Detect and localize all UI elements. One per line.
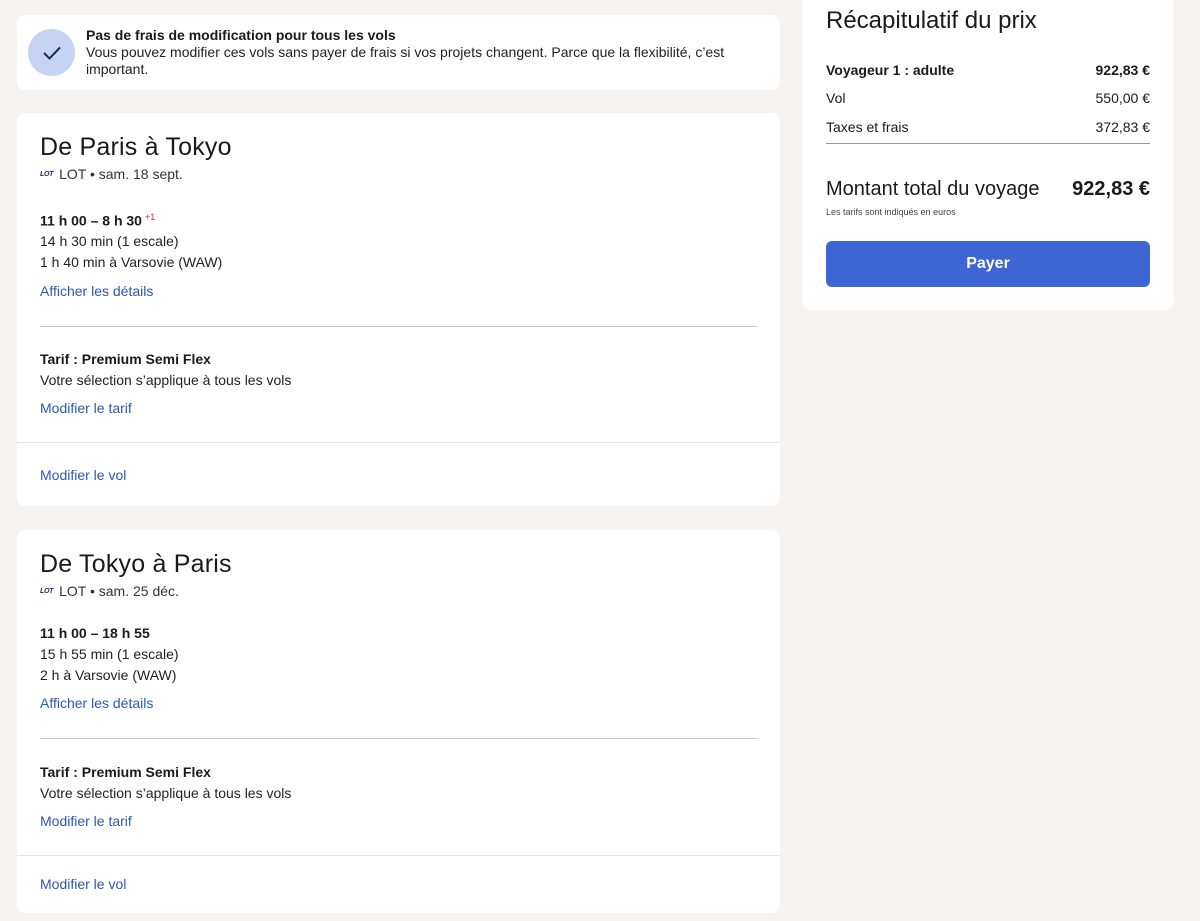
fare-title: Tarif : Premium Semi Flex	[40, 351, 211, 367]
traveler-value: 922,83 €	[1095, 62, 1151, 78]
flight-card-return: De Tokyo à Paris LOT LOT • sam. 25 déc. …	[17, 530, 780, 913]
flight-duration: 14 h 30 min (1 escale)	[40, 233, 179, 249]
divider	[826, 143, 1150, 144]
change-fare-link[interactable]: Modifier le tarif	[40, 813, 132, 829]
airline-line: LOT LOT • sam. 18 sept.	[40, 166, 183, 182]
divider	[40, 326, 757, 327]
airline-logo: LOT	[40, 170, 54, 178]
currency-note: Les tarifs sont indiqués en euros	[826, 207, 956, 217]
flight-price-value: 550,00 €	[1095, 90, 1151, 106]
divider	[17, 855, 780, 856]
route-title: De Paris à Tokyo	[40, 133, 232, 161]
traveler-row: Voyageur 1 : adulte 922,83 €	[826, 62, 1150, 78]
change-flight-link[interactable]: Modifier le vol	[40, 467, 126, 483]
flight-times: 11 h 00 – 8 h 30 +1	[40, 212, 155, 229]
total-label: Montant total du voyage	[826, 178, 1040, 200]
check-icon	[28, 29, 75, 76]
flight-stopover: 2 h à Varsovie (WAW)	[40, 667, 177, 683]
flight-times: 11 h 00 – 18 h 55	[40, 625, 150, 641]
day-offset: +1	[144, 212, 156, 222]
taxes-value: 372,83 €	[1095, 119, 1151, 135]
notice-description: Vous pouvez modifier ces vols sans payer…	[86, 44, 725, 77]
fare-note: Votre sélection s’applique à tous les vo…	[40, 372, 292, 388]
change-fare-link[interactable]: Modifier le tarif	[40, 400, 132, 416]
route-title: De Tokyo à Paris	[40, 550, 232, 578]
traveler-label: Voyageur 1 : adulte	[826, 62, 955, 78]
flight-price-label: Vol	[826, 90, 846, 106]
taxes-row: Taxes et frais 372,83 €	[826, 119, 1150, 135]
change-flight-link[interactable]: Modifier le vol	[40, 876, 126, 892]
flight-price-row: Vol 550,00 €	[826, 90, 1150, 106]
total-value: 922,83 €	[1072, 178, 1150, 200]
airline-line: LOT LOT • sam. 25 déc.	[40, 583, 179, 599]
flight-times-text: 11 h 00 – 8 h 30	[40, 212, 142, 229]
airline-date: LOT • sam. 18 sept.	[59, 166, 183, 182]
airline-date: LOT • sam. 25 déc.	[59, 583, 179, 599]
divider	[40, 738, 757, 739]
show-details-link[interactable]: Afficher les détails	[40, 695, 153, 711]
pay-button[interactable]: Payer	[826, 241, 1150, 287]
price-summary: Récapitulatif du prix Voyageur 1 : adult…	[803, 0, 1173, 310]
flight-times-text: 11 h 00 – 18 h 55	[40, 625, 150, 641]
divider	[17, 442, 780, 443]
taxes-label: Taxes et frais	[826, 119, 909, 135]
summary-title: Récapitulatif du prix	[826, 7, 1037, 34]
fare-title: Tarif : Premium Semi Flex	[40, 764, 211, 780]
notice-title: Pas de frais de modification pour tous l…	[86, 27, 396, 43]
show-details-link[interactable]: Afficher les détails	[40, 283, 153, 299]
flight-card-outbound: De Paris à Tokyo LOT LOT • sam. 18 sept.…	[17, 113, 780, 506]
fare-note: Votre sélection s’applique à tous les vo…	[40, 785, 292, 801]
airline-logo: LOT	[40, 587, 54, 595]
flight-duration: 15 h 55 min (1 escale)	[40, 646, 179, 662]
flight-stopover: 1 h 40 min à Varsovie (WAW)	[40, 254, 223, 270]
no-change-fee-notice: Pas de frais de modification pour tous l…	[17, 15, 780, 90]
